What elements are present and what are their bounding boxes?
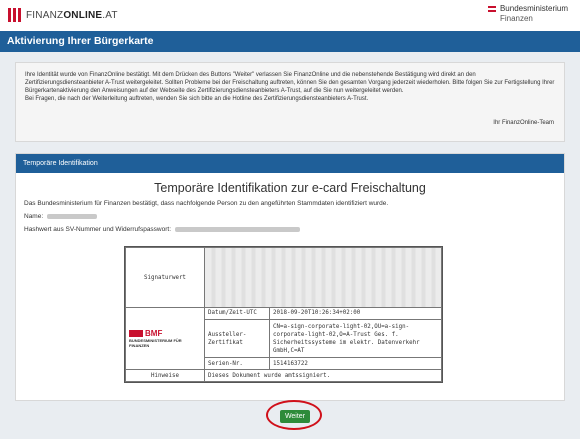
hint-label: Hinweise (125, 369, 205, 382)
next-button-highlight: Weiter (266, 400, 322, 430)
info-box: Ihre Identität wurde von FinanzOnline be… (15, 62, 565, 142)
page-title: Aktivierung Ihrer Bürgerkarte (0, 31, 580, 52)
temporary-identification-panel: Temporäre Identifikation Temporäre Ident… (15, 153, 565, 401)
redacted-name (47, 214, 98, 219)
confirmation-text: Das Bundesministerium für Finanzen bestä… (24, 200, 389, 207)
bmf-eagle-icon (129, 330, 143, 337)
panel-header: Temporäre Identifikation (16, 154, 564, 173)
bmf-logo: BMF BUNDESMINISTERIUM FÜR FINANZEN (125, 306, 205, 371)
issuer-label: Aussteller-Zertifikat (204, 318, 270, 359)
redacted-hash (175, 227, 301, 232)
logo-text: FINANZONLINE.AT (26, 9, 118, 21)
signature-block: Signaturwert BMF BUNDESMINISTERIUM FÜR F… (124, 246, 443, 383)
ministry-logo[interactable]: Bundesministerium Finanzen (487, 4, 568, 24)
signature-value-redacted (204, 247, 442, 308)
info-hotline-text: Bei Fragen, die nach der Weiterleitung a… (25, 96, 369, 102)
hash-label: Hashwert aus SV-Nummer und Widerrufspass… (24, 226, 172, 233)
date-value: 2018-09-20T10:26:34+02:00 (269, 307, 442, 320)
info-text: Ihre Identität wurde von FinanzOnline be… (25, 72, 555, 94)
hint-value: Dieses Dokument wurde amtssigniert. (204, 369, 442, 382)
austria-flag-icon (487, 5, 496, 12)
issuer-value: CN=a-sign-corporate-light-02,OU=a-sign-c… (269, 318, 442, 359)
next-button[interactable]: Weiter (280, 410, 310, 423)
name-label: Name: (24, 213, 44, 220)
serial-label: Serien-Nr. (204, 357, 270, 371)
signoff-text: Ihr FinanzOnline-Team (493, 120, 554, 126)
logo-bars-icon (8, 8, 21, 22)
name-row: Name: (16, 213, 564, 220)
top-header: FINANZONLINE.AT Bundesministerium Finanz… (0, 0, 580, 31)
date-label: Datum/Zeit-UTC (204, 307, 270, 320)
serial-value: 1514163722 (269, 357, 442, 371)
hash-row: Hashwert aus SV-Nummer und Widerrufspass… (16, 226, 564, 233)
finanzonline-logo[interactable]: FINANZONLINE.AT (8, 8, 118, 22)
panel-title: Temporäre Identifikation zur e-card Frei… (154, 181, 426, 195)
signature-value-label: Signaturwert (125, 247, 205, 308)
